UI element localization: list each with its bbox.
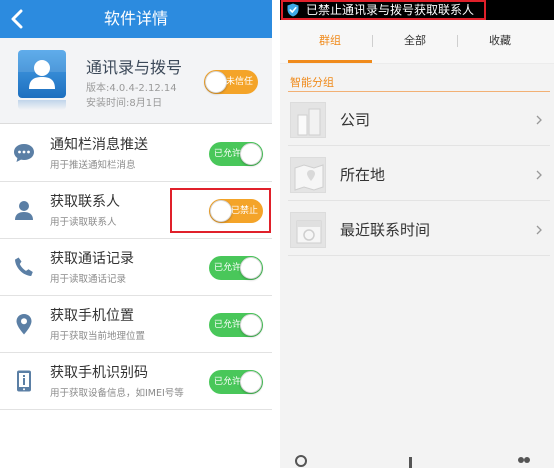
permission-title: 通知栏消息推送 <box>50 137 148 153</box>
tab-all[interactable]: 全部 <box>373 20 457 62</box>
permission-row-call-log[interactable]: 获取通话记录 用于读取通话记录 已允许 <box>0 239 272 296</box>
tab-groups[interactable]: 群组 <box>288 20 372 62</box>
app-info-header: 通讯录与拨号 版本:4.0.4-2.12.14 安装时间:8月1日 未信任 <box>0 38 272 124</box>
section-title: 智能分组 <box>290 76 334 89</box>
permission-desc: 用于推送通知栏消息 <box>50 160 136 171</box>
screens-divider <box>272 0 280 468</box>
chat-bubble-icon <box>14 144 34 162</box>
permission-desc: 用于读取联系人 <box>50 217 117 228</box>
toggle-knob <box>240 143 262 165</box>
group-item-company[interactable]: 公司 <box>288 94 550 146</box>
app-install-time: 安装时间:8月1日 <box>86 98 163 109</box>
contacts-screen: 已禁止通讯录与拨号获取联系人 群组 全部 收藏 智能分组 公司 所在地 最近联系… <box>280 0 554 468</box>
permission-toggle[interactable]: 已允许 <box>209 370 263 394</box>
back-button[interactable] <box>2 0 32 38</box>
active-tab-indicator <box>288 60 372 63</box>
permission-title: 获取手机识别码 <box>50 365 148 381</box>
bottom-action-bar <box>280 452 554 468</box>
highlight-annotation-box <box>170 188 271 233</box>
toggle-label: 已允许 <box>214 377 242 387</box>
phone-icon <box>15 257 33 276</box>
toggle-knob <box>205 71 227 93</box>
trust-toggle-label: 未信任 <box>225 77 253 87</box>
trust-toggle[interactable]: 未信任 <box>204 70 258 94</box>
contacts-tab-bar: 群组 全部 收藏 <box>280 20 554 64</box>
permission-row-location[interactable]: 获取手机位置 用于获取当前地理位置 已允许 <box>0 296 272 353</box>
calendar-icon <box>290 212 326 248</box>
group-label: 最近联系时间 <box>340 221 431 239</box>
toggle-knob <box>240 314 262 336</box>
permission-toggle[interactable]: 已允许 <box>209 256 263 280</box>
permission-title: 获取联系人 <box>50 194 120 210</box>
permission-desc: 用于读取通话记录 <box>50 274 127 285</box>
chevron-right-icon <box>536 115 542 125</box>
toggle-label: 已允许 <box>214 320 242 330</box>
chevron-left-icon <box>11 9 23 29</box>
contacts-icon[interactable] <box>516 455 532 468</box>
app-icon-reflection <box>18 100 66 110</box>
app-name: 通讯录与拨号 <box>86 58 183 77</box>
highlight-annotation-box <box>281 0 486 20</box>
group-label: 所在地 <box>340 166 386 184</box>
permission-title: 获取手机位置 <box>50 308 134 324</box>
permission-row-notification[interactable]: 通知栏消息推送 用于推送通知栏消息 已允许 <box>0 125 272 182</box>
permission-desc: 用于获取当前地理位置 <box>50 331 146 342</box>
app-version: 版本:4.0.4-2.12.14 <box>86 83 177 94</box>
permission-toggle[interactable]: 已允许 <box>209 142 263 166</box>
permission-desc: 用于获取设备信息，如IMEI号等 <box>50 388 184 399</box>
screenshot-root: 软件详情 通讯录与拨号 版本:4.0.4-2.12.14 安装时间:8月1日 未… <box>0 0 554 468</box>
chevron-right-icon <box>536 225 542 235</box>
building-icon <box>290 102 326 138</box>
toggle-knob <box>240 257 262 279</box>
tab-favorites[interactable]: 收藏 <box>458 20 542 62</box>
permission-title: 获取通话记录 <box>50 251 134 267</box>
app-detail-screen: 软件详情 通讯录与拨号 版本:4.0.4-2.12.14 安装时间:8月1日 未… <box>0 0 272 468</box>
map-icon <box>290 157 326 193</box>
group-item-recent-contact[interactable]: 最近联系时间 <box>288 204 550 256</box>
group-label: 公司 <box>340 111 371 129</box>
person-icon <box>15 201 33 220</box>
title-bar: 软件详情 <box>0 0 272 38</box>
permission-toggle[interactable]: 已允许 <box>209 313 263 337</box>
contacts-app-icon <box>18 50 66 98</box>
section-divider <box>288 91 550 92</box>
permission-row-device-id[interactable]: 获取手机识别码 用于获取设备信息，如IMEI号等 已允许 <box>0 353 272 410</box>
location-pin-icon <box>16 314 32 335</box>
phone-id-icon <box>17 370 31 392</box>
status-bar: 已禁止通讯录与拨号获取联系人 <box>280 0 554 20</box>
toggle-knob <box>240 371 262 393</box>
search-icon[interactable] <box>294 454 310 468</box>
chevron-right-icon <box>536 170 542 180</box>
dialpad-icon[interactable] <box>406 455 416 468</box>
group-item-location[interactable]: 所在地 <box>288 149 550 201</box>
page-title: 软件详情 <box>103 9 168 28</box>
toggle-label: 已允许 <box>214 149 242 159</box>
toggle-label: 已允许 <box>214 263 242 273</box>
